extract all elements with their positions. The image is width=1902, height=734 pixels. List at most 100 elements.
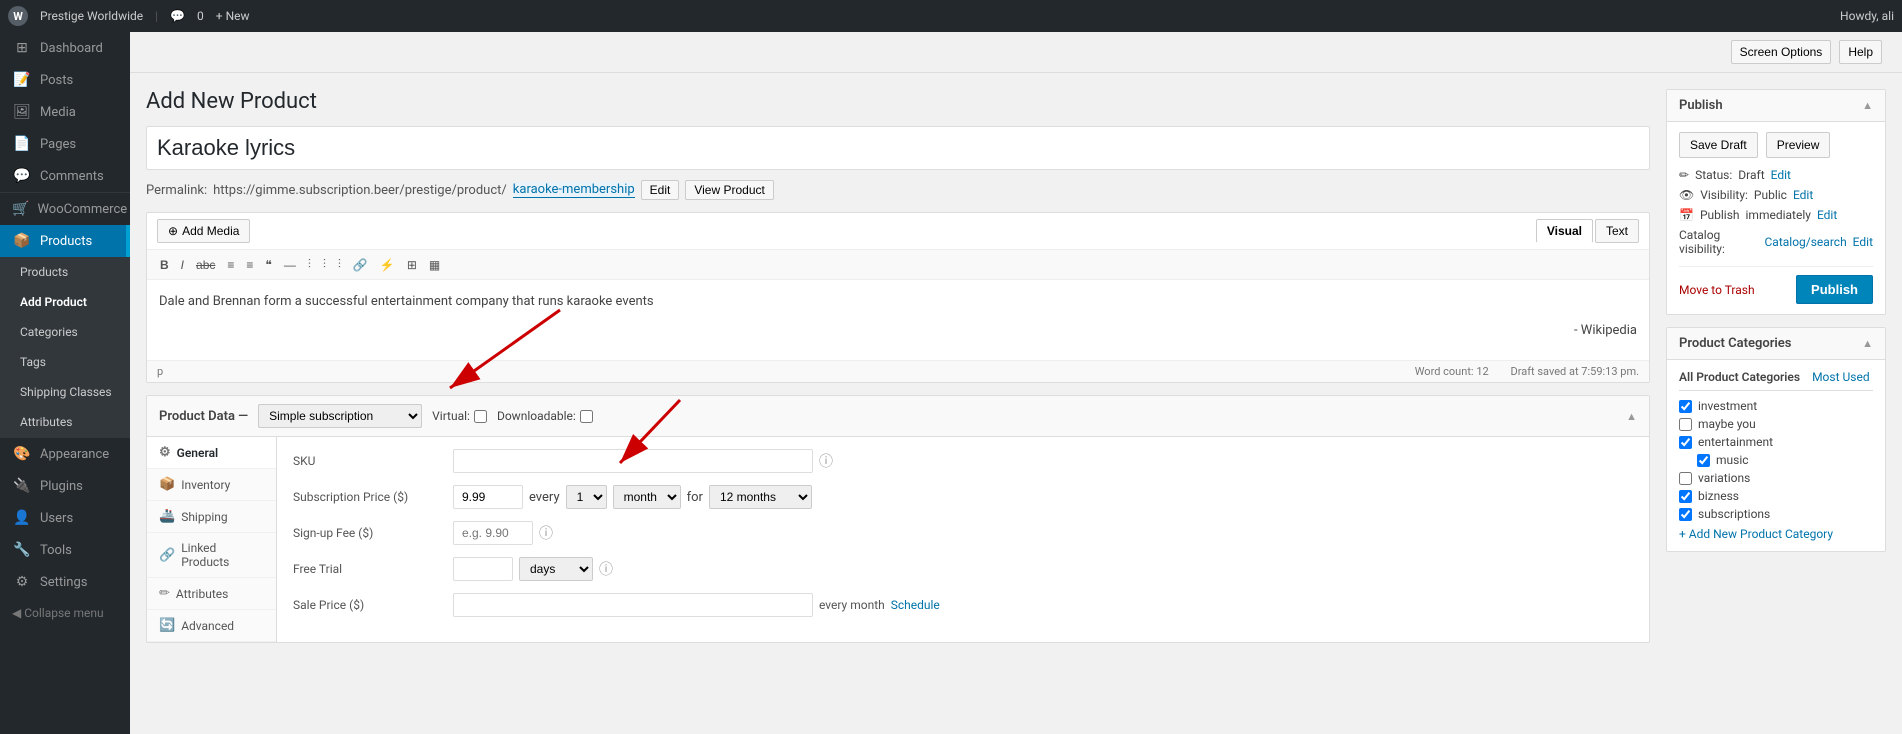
sidebar-item-comments[interactable]: 💬 Comments xyxy=(0,160,130,192)
subscription-length-select[interactable]: Never expire 1 month 6 months 12 months xyxy=(709,485,812,509)
sidebar-item-appearance[interactable]: 🎨 Appearance xyxy=(0,438,130,470)
publish-date-edit-link[interactable]: Edit xyxy=(1817,208,1837,222)
subscription-interval-select[interactable]: day week month year xyxy=(613,485,681,509)
help-button[interactable]: Help xyxy=(1839,40,1882,64)
edit-permalink-button[interactable]: Edit xyxy=(641,180,680,200)
add-media-button[interactable]: ⊕ Add Media xyxy=(157,219,250,243)
tab-shipping[interactable]: 🚢 Shipping xyxy=(147,501,276,533)
move-to-trash-link[interactable]: Move to Trash xyxy=(1679,283,1755,297)
general-tab-icon: ⚙ xyxy=(159,445,171,460)
entertainment-checkbox[interactable] xyxy=(1679,436,1692,449)
visibility-value: Public xyxy=(1754,188,1787,202)
categories-metabox-header[interactable]: Product Categories ▲ xyxy=(1667,328,1885,360)
most-used-categories-tab[interactable]: Most Used xyxy=(1812,370,1870,384)
status-edit-link[interactable]: Edit xyxy=(1771,168,1791,182)
text-tab[interactable]: Text xyxy=(1595,219,1639,243)
appearance-icon: 🎨 xyxy=(12,446,32,462)
settings-icon: ⚙ xyxy=(12,574,32,590)
sku-input[interactable] xyxy=(453,449,813,473)
category-bizness: bizness xyxy=(1679,489,1873,503)
catalog-edit-link[interactable]: Edit xyxy=(1853,235,1873,249)
visual-tab[interactable]: Visual xyxy=(1536,219,1593,243)
permalink-slug[interactable]: karaoke-membership xyxy=(513,182,635,198)
sidebar-label-comments: Comments xyxy=(40,169,104,184)
more-toolbar-button[interactable]: ▦ xyxy=(424,255,445,275)
ol-button[interactable]: ≡ xyxy=(241,255,258,275)
view-product-button[interactable]: View Product xyxy=(685,180,773,200)
publish-button[interactable]: Publish xyxy=(1796,275,1873,304)
collapse-menu[interactable]: ◀ Collapse menu xyxy=(0,598,130,628)
sidebar-item-products[interactable]: 📦 Products xyxy=(0,225,130,257)
publish-metabox-header[interactable]: Publish ▲ xyxy=(1667,90,1885,122)
product-data-collapse-icon[interactable]: ▲ xyxy=(1626,410,1637,423)
subscription-price-input[interactable] xyxy=(453,485,523,509)
preview-button[interactable]: Preview xyxy=(1766,132,1831,158)
product-type-select[interactable]: Simple product Grouped product External/… xyxy=(258,404,422,428)
bold-button[interactable]: B xyxy=(155,255,174,275)
screen-options-button[interactable]: Screen Options xyxy=(1731,40,1832,64)
sidebar-item-media[interactable]: 🖼 Media xyxy=(0,96,130,128)
product-title-input[interactable] xyxy=(146,126,1650,170)
signup-fee-input[interactable] xyxy=(453,521,533,545)
tab-inventory[interactable]: 📦 Inventory xyxy=(147,469,276,501)
bizness-checkbox[interactable] xyxy=(1679,490,1692,503)
virtual-checkbox[interactable] xyxy=(474,410,487,423)
visibility-edit-link[interactable]: Edit xyxy=(1793,188,1813,202)
comment-count[interactable]: 0 xyxy=(197,9,204,23)
sidebar-sub-attributes[interactable]: Attributes xyxy=(0,407,130,437)
sidebar-item-users[interactable]: 👤 Users xyxy=(0,502,130,534)
align-center-button[interactable]: ⫶ xyxy=(318,254,331,275)
maybe-you-checkbox[interactable] xyxy=(1679,418,1692,431)
free-trial-period-select[interactable]: days weeks months xyxy=(519,557,593,581)
tab-general[interactable]: ⚙ General xyxy=(147,437,276,469)
collapse-icon: ◀ xyxy=(12,606,21,620)
tab-attributes[interactable]: ✏ Attributes xyxy=(147,578,276,610)
insert-table-button[interactable]: ⊞ xyxy=(402,255,422,275)
schedule-link[interactable]: Schedule xyxy=(891,598,940,612)
sidebar-item-pages[interactable]: 📄 Pages xyxy=(0,128,130,160)
sidebar-sub-tags[interactable]: Tags xyxy=(0,347,130,377)
variations-label: variations xyxy=(1698,471,1750,485)
ul-button[interactable]: ≡ xyxy=(222,255,239,275)
sidebar-item-plugins[interactable]: 🔌 Plugins xyxy=(0,470,130,502)
tab-linked-products[interactable]: 🔗 Linked Products xyxy=(147,533,276,578)
music-checkbox[interactable] xyxy=(1697,454,1710,467)
subscriptions-label: subscriptions xyxy=(1698,507,1770,521)
subscriptions-checkbox[interactable] xyxy=(1679,508,1692,521)
tab-advanced[interactable]: 🔄 Advanced xyxy=(147,610,276,642)
sidebar-item-dashboard[interactable]: ⊞ Dashboard xyxy=(0,32,130,64)
sidebar-item-posts[interactable]: 📝 Posts xyxy=(0,64,130,96)
save-draft-button[interactable]: Save Draft xyxy=(1679,132,1758,158)
catalog-value-link[interactable]: Catalog/search xyxy=(1765,235,1847,249)
sidebar-item-woocommerce[interactable]: 🛒 WooCommerce xyxy=(0,193,130,225)
investment-checkbox[interactable] xyxy=(1679,400,1692,413)
blockquote-button[interactable]: ❝ xyxy=(260,255,276,275)
editor-content[interactable]: Dale and Brennan form a successful enter… xyxy=(147,280,1649,360)
link-button[interactable]: 🔗 xyxy=(348,255,373,275)
sidebar-sub-add-product[interactable]: Add Product xyxy=(0,287,130,317)
downloadable-checkbox[interactable] xyxy=(580,410,593,423)
sidebar-sub-shipping-classes[interactable]: Shipping Classes xyxy=(0,377,130,407)
all-categories-tab[interactable]: All Product Categories xyxy=(1679,370,1800,384)
variations-checkbox[interactable] xyxy=(1679,472,1692,485)
sku-label: SKU xyxy=(293,454,453,468)
sidebar-item-settings[interactable]: ⚙ Settings xyxy=(0,566,130,598)
align-left-button[interactable]: ⫶ xyxy=(303,254,316,275)
strikethrough-button[interactable]: abc xyxy=(191,255,220,275)
sidebar-sub-categories[interactable]: Categories xyxy=(0,317,130,347)
site-name[interactable]: Prestige Worldwide xyxy=(40,9,143,23)
free-trial-input[interactable] xyxy=(453,557,513,581)
add-new-category-link[interactable]: + Add New Product Category xyxy=(1679,527,1873,541)
italic-button[interactable]: I xyxy=(176,255,189,275)
subscription-period-select[interactable]: 1 2 3 xyxy=(566,485,607,509)
hr-button[interactable]: — xyxy=(279,255,301,275)
sidebar-sub-products-list[interactable]: Products xyxy=(0,257,130,287)
new-item-btn[interactable]: + New xyxy=(216,9,250,23)
unlink-button[interactable]: ⚡ xyxy=(375,255,400,275)
align-right-button[interactable]: ⫶ xyxy=(333,254,346,275)
sidebar-label-appearance: Appearance xyxy=(40,447,109,462)
publish-date-row: 📅 Publish immediately Edit xyxy=(1679,208,1873,222)
sale-price-input[interactable] xyxy=(453,593,813,617)
shipping-tab-label: Shipping xyxy=(181,510,227,524)
sidebar-item-tools[interactable]: 🔧 Tools xyxy=(0,534,130,566)
